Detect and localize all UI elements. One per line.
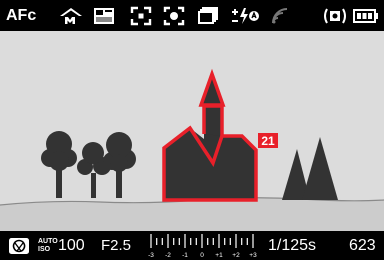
ev-scale-major-tick	[235, 234, 237, 248]
ev-scale-minor-tick	[207, 238, 209, 245]
wifi-icon[interactable]	[270, 0, 290, 31]
ev-scale-minor-tick	[241, 238, 243, 245]
camera-live-view: AFc 21 AUTO ISO 100 F2.5 -3 -2 -1 0 +1 +…	[0, 0, 384, 260]
ev-scale-minor-tick	[212, 238, 214, 245]
iso-auto-label: AUTO	[38, 237, 58, 245]
battery-icon[interactable]	[353, 0, 379, 31]
ev-scale-label: +3	[249, 252, 257, 259]
shutter-speed[interactable]: 1/125s	[268, 231, 316, 260]
ev-scale-minor-tick	[190, 238, 192, 245]
ev-scale-label: +2	[232, 252, 240, 259]
af-field-icon[interactable]	[130, 0, 152, 31]
ev-scale-minor-tick	[195, 238, 197, 245]
bottom-status-bar: AUTO ISO 100 F2.5 -3 -2 -1 0 +1 +2 +3 1/125s 6…	[0, 231, 384, 260]
top-status-bar: AFc	[0, 0, 384, 31]
metering-icon[interactable]	[163, 0, 185, 31]
ev-scale-major-tick	[252, 234, 254, 248]
ev-scale-minor-tick	[246, 238, 248, 245]
iso-label: AUTO ISO	[38, 231, 58, 260]
ev-scale-label: -1	[182, 252, 188, 259]
ev-scale-minor-tick	[229, 238, 231, 245]
exposure-scale[interactable]: -3 -2 -1 0 +1 +2 +3	[143, 231, 261, 260]
focus-frame-number: 21	[261, 134, 275, 148]
scene-mode-icon[interactable]	[59, 0, 83, 31]
shots-remaining: 623	[349, 236, 376, 254]
iso-value[interactable]: 100	[58, 231, 85, 260]
ev-scale-label: -3	[148, 252, 154, 259]
ev-scale-major-tick	[150, 234, 152, 248]
stabilization-icon[interactable]	[322, 0, 348, 31]
ev-scale-label: -2	[165, 252, 171, 259]
ev-scale-major-tick	[201, 234, 203, 248]
ground-area	[0, 197, 384, 231]
ev-scale-major-tick	[218, 234, 220, 248]
film-mode-icon[interactable]	[93, 0, 115, 31]
flash-exposure-comp-icon[interactable]	[230, 0, 260, 31]
ev-scale-minor-tick	[224, 238, 226, 245]
ev-scale-minor-tick	[178, 238, 180, 245]
aperture-value[interactable]: F2.5	[101, 231, 131, 260]
iso-text-label: ISO	[38, 245, 51, 253]
ev-scale-label: +1	[215, 252, 223, 259]
ev-scale-major-tick	[184, 234, 186, 248]
ev-scale-minor-tick	[173, 238, 175, 245]
drive-mode-icon[interactable]	[197, 0, 219, 31]
ev-scale-major-tick	[167, 234, 169, 248]
aperture-priority-icon[interactable]	[8, 231, 30, 260]
ev-scale-minor-tick	[161, 238, 163, 245]
ev-scale-label: 0	[200, 252, 204, 259]
ev-scale-minor-tick	[156, 238, 158, 245]
viewfinder-scene[interactable]: 21	[0, 31, 384, 231]
focus-mode-label[interactable]: AFc	[6, 0, 36, 31]
